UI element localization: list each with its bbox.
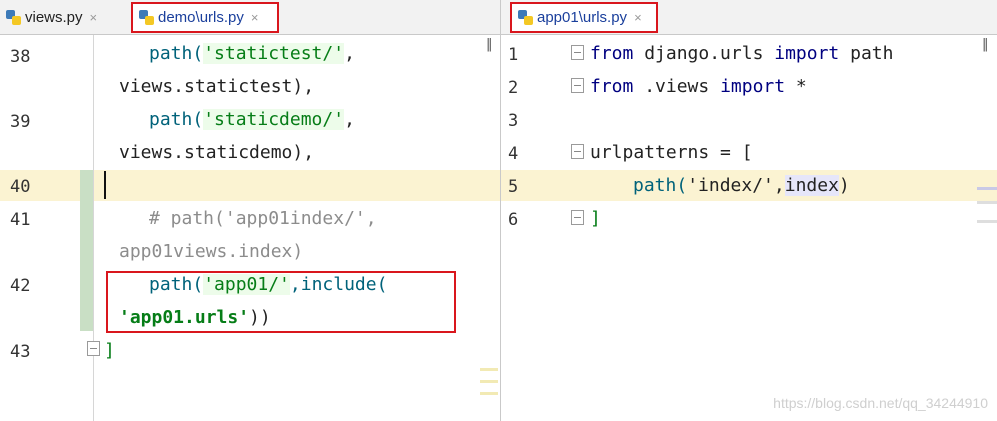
- python-file-icon: [6, 10, 21, 25]
- highlight-box: [106, 271, 456, 333]
- comment-line: # path('app01index/',: [149, 208, 377, 229]
- vcs-changed-marker[interactable]: [80, 170, 93, 331]
- close-tab-icon[interactable]: ×: [634, 10, 642, 25]
- python-file-icon: [518, 10, 533, 25]
- left-editor-pane: views.py × demo\urls.py × 38 39 40 41 42…: [0, 0, 500, 421]
- tab-app01-urls-py[interactable]: app01\urls.py ×: [510, 2, 658, 33]
- code-line: from .views import *: [590, 76, 807, 97]
- code-line: ]: [590, 208, 601, 229]
- scrollbar-marker: [977, 187, 997, 190]
- line-number: 38: [10, 47, 31, 67]
- scrollbar-marker: [480, 368, 498, 371]
- fold-marker-icon[interactable]: [571, 144, 584, 159]
- close-tab-icon[interactable]: ×: [251, 10, 259, 25]
- left-code-area[interactable]: path('statictest/', views.statictest), p…: [94, 35, 500, 421]
- python-file-icon: [139, 10, 154, 25]
- code-line: path('index/',index): [633, 175, 850, 196]
- code-line-continuation: views.statictest),: [119, 76, 315, 97]
- line-number: 6: [508, 210, 519, 230]
- fold-marker-icon[interactable]: [571, 45, 584, 60]
- tab-demo-urls-py[interactable]: demo\urls.py ×: [131, 2, 279, 33]
- code-line-continuation: views.staticdemo),: [119, 142, 315, 163]
- line-number: 40: [10, 177, 31, 197]
- tab-label: app01\urls.py: [537, 9, 628, 26]
- scrollbar-marker: [480, 380, 498, 383]
- line-number: 43: [10, 342, 31, 362]
- line-number: 42: [10, 276, 31, 296]
- watermark-text: https://blog.csdn.net/qq_34244910: [773, 395, 988, 411]
- comment-line-continuation: app01views.index): [119, 241, 304, 262]
- code-line: urlpatterns = [: [590, 142, 753, 163]
- line-number: 1: [508, 45, 519, 65]
- right-editor-pane: app01\urls.py × 1 2 3 4 5 6 from django.…: [501, 0, 997, 421]
- tab-label: views.py: [25, 9, 83, 26]
- right-tab-bar: app01\urls.py ×: [501, 0, 997, 35]
- code-line: path('statictest/',: [149, 43, 355, 64]
- code-line: ]: [104, 340, 115, 361]
- code-line: path('staticdemo/',: [149, 109, 355, 130]
- line-number: 3: [508, 111, 519, 131]
- line-number: 2: [508, 78, 519, 98]
- line-number: 5: [508, 177, 519, 197]
- line-number: 41: [10, 210, 31, 230]
- line-number-gutter: 1 2 3 4 5 6: [501, 35, 561, 421]
- scrollbar-marker: [977, 201, 997, 204]
- close-tab-icon[interactable]: ×: [90, 10, 98, 25]
- text-caret: [104, 171, 106, 199]
- scrollbar-marker: [977, 220, 997, 223]
- scrollbar-marker: [480, 392, 498, 395]
- right-code-area[interactable]: from django.urls import path from .views…: [590, 35, 997, 421]
- pause-icon: ‖: [982, 37, 988, 52]
- line-number: 39: [10, 112, 31, 132]
- pause-icon: ‖: [486, 37, 492, 52]
- tab-label: demo\urls.py: [158, 9, 244, 26]
- tab-views-py[interactable]: views.py ×: [0, 2, 129, 33]
- line-number: 4: [508, 144, 519, 164]
- fold-marker-icon[interactable]: [571, 78, 584, 93]
- code-line: from django.urls import path: [590, 43, 894, 64]
- fold-marker-icon[interactable]: [571, 210, 584, 225]
- left-tab-bar: views.py × demo\urls.py ×: [0, 0, 500, 35]
